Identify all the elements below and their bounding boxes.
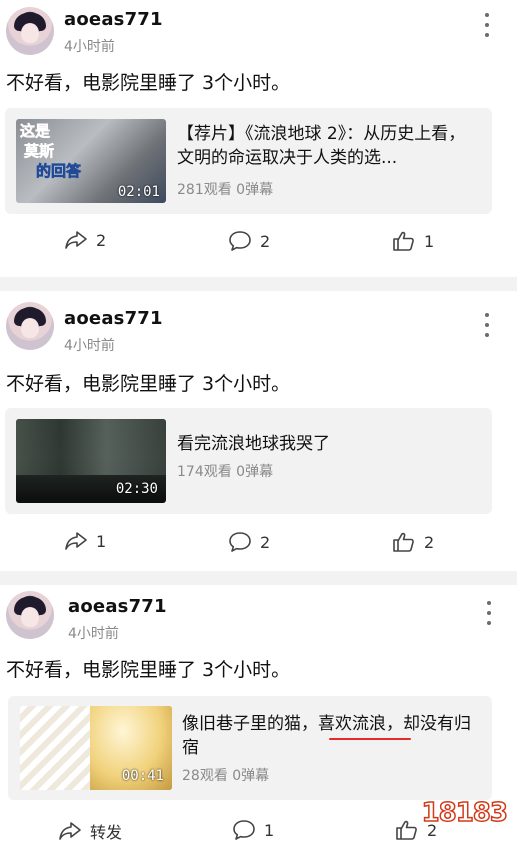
comment-bubble-icon <box>233 820 255 840</box>
comment-count: 2 <box>260 532 271 552</box>
post-actions: 2 2 1 <box>0 230 517 260</box>
comment-button[interactable]: 1 <box>232 819 274 841</box>
video-duration: 00:41 <box>121 768 164 784</box>
post-actions: 1 2 2 <box>0 531 517 561</box>
username[interactable]: aoeas771 <box>64 308 163 329</box>
post-time: 4小时前 <box>68 626 119 642</box>
share-label: 转发 <box>90 823 123 842</box>
video-stats: 174观看 0弹幕 <box>177 464 274 480</box>
feed-post: aoeas771 4小时前 不好看，电影院里睡了 3个小时。 02:30 看完流… <box>0 291 517 571</box>
share-button[interactable]: 转发 <box>58 819 122 843</box>
like-count: 1 <box>424 231 435 251</box>
more-icon[interactable] <box>485 601 493 625</box>
video-title[interactable]: 【荐片】《流浪地球 2》：从历史上看，文明的命运取决于人类的选... <box>177 122 477 170</box>
username[interactable]: aoeas771 <box>68 596 167 617</box>
post-text: 不好看，电影院里睡了 3个小时。 <box>6 373 291 395</box>
more-icon[interactable] <box>483 313 491 337</box>
comment-button[interactable]: 2 <box>228 531 270 553</box>
thumbnail-overlay-text: 这是 莫斯 的回答 <box>20 122 82 181</box>
thumbs-up-icon <box>396 820 417 840</box>
comment-count: 2 <box>260 231 271 251</box>
video-title[interactable]: 看完流浪地球我哭了 <box>177 432 477 456</box>
video-stats: 28观看 0弹幕 <box>182 768 270 784</box>
post-text: 不好看，电影院里睡了 3个小时。 <box>6 659 291 681</box>
more-icon[interactable] <box>483 13 491 37</box>
video-card[interactable]: 00:41 像旧巷子里的猫，喜欢流浪，却没有归宿 28观看 0弹幕 <box>8 696 492 800</box>
thumbs-up-icon <box>393 231 414 251</box>
share-arrow-icon <box>65 231 87 249</box>
post-text: 不好看，电影院里睡了 3个小时。 <box>6 72 291 94</box>
post-separator <box>0 277 517 291</box>
avatar[interactable] <box>6 302 54 350</box>
share-button[interactable]: 2 <box>64 230 106 250</box>
share-count: 2 <box>96 230 107 250</box>
comment-bubble-icon <box>229 231 251 251</box>
feed-post: aoeas771 4小时前 不好看，电影院里睡了 3个小时。 这是 莫斯 的回答… <box>0 0 517 275</box>
video-thumbnail[interactable]: 02:30 <box>16 419 166 503</box>
thumbnail-scene <box>16 419 166 475</box>
share-count: 1 <box>96 531 107 551</box>
share-button[interactable]: 1 <box>64 531 106 551</box>
post-time: 4小时前 <box>64 338 115 354</box>
video-card[interactable]: 这是 莫斯 的回答 02:01 【荐片】《流浪地球 2》：从历史上看，文明的命运… <box>5 108 492 214</box>
avatar[interactable] <box>6 591 54 639</box>
comment-bubble-icon <box>229 532 251 552</box>
video-stats: 281观看 0弹幕 <box>177 182 274 198</box>
username[interactable]: aoeas771 <box>64 9 163 30</box>
watermark-logo: 18183 <box>421 797 509 829</box>
thumbs-up-icon <box>393 532 414 552</box>
avatar[interactable] <box>6 7 54 55</box>
like-count: 2 <box>424 532 435 552</box>
video-thumbnail[interactable]: 00:41 <box>20 706 172 790</box>
thumbnail-art <box>20 706 90 790</box>
video-duration: 02:01 <box>117 184 160 200</box>
video-title[interactable]: 像旧巷子里的猫，喜欢流浪，却没有归宿 <box>182 712 472 760</box>
post-separator <box>0 571 517 585</box>
video-duration: 02:30 <box>115 481 158 497</box>
share-arrow-icon <box>59 822 81 840</box>
video-thumbnail[interactable]: 这是 莫斯 的回答 02:01 <box>16 119 166 203</box>
comment-button[interactable]: 2 <box>228 230 270 252</box>
video-card[interactable]: 02:30 看完流浪地球我哭了 174观看 0弹幕 <box>5 408 492 514</box>
share-arrow-icon <box>65 532 87 550</box>
comment-count: 1 <box>264 820 275 840</box>
like-button[interactable]: 2 <box>392 531 434 553</box>
post-time: 4小时前 <box>64 39 115 55</box>
like-button[interactable]: 1 <box>392 230 434 252</box>
highlight-underline <box>329 738 411 740</box>
